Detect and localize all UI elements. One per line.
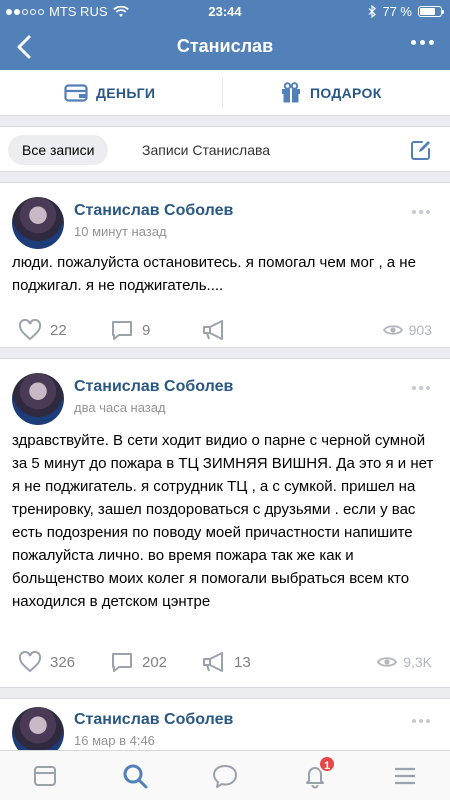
share-button[interactable] (202, 315, 234, 345)
post-1: Станислав Соболев 10 минут назад люди. п… (0, 182, 450, 348)
tab-messages[interactable] (210, 761, 240, 791)
views: 903 (382, 315, 432, 345)
bottom-tab-bar: 1 (0, 750, 450, 800)
gift-icon (282, 82, 300, 103)
post-time: 16 мар в 4:46 (74, 733, 155, 748)
eye-icon (377, 657, 398, 667)
comment-icon (112, 321, 132, 340)
post-text: люди. пожалуйста остановитесь. я помогал… (12, 254, 416, 294)
comment-count: 202 (142, 653, 168, 671)
post-menu-button[interactable] (412, 210, 430, 214)
app-header: MTS RUS 23:44 77 % Станислав (0, 0, 450, 70)
profile-actions: ДЕНЬГИ ПОДАРОК (0, 70, 450, 116)
view-count: 9,3K (403, 654, 432, 670)
wall-filter: Все записи Записи Станислава (0, 126, 450, 172)
like-count: 326 (50, 653, 76, 671)
back-button[interactable] (10, 32, 40, 62)
avatar[interactable] (12, 197, 64, 249)
bluetooth-icon (368, 5, 377, 18)
post-time: два часа назад (74, 400, 166, 415)
notification-badge: 1 (318, 755, 336, 773)
post-text: здравствуйте. В сети ходит видио о парне… (12, 432, 434, 610)
post-time: 10 минут назад (74, 224, 167, 239)
tab-news[interactable] (30, 761, 60, 791)
comment-count: 9 (142, 321, 151, 339)
money-label: ДЕНЬГИ (96, 85, 156, 101)
comment-icon (112, 653, 132, 672)
like-count: 22 (50, 321, 67, 339)
tab-notifications[interactable]: 1 (300, 755, 336, 791)
tab-own-posts[interactable]: Записи Станислава (142, 135, 270, 165)
battery-percent: 77 % (382, 4, 412, 19)
eye-icon (382, 325, 403, 335)
share-button[interactable]: 13 (202, 647, 251, 677)
post-menu-button[interactable] (412, 386, 430, 390)
tab-all-posts[interactable]: Все записи (8, 135, 109, 165)
tab-search[interactable] (120, 761, 150, 791)
post-author[interactable]: Станислав Соболев (74, 202, 233, 220)
heart-icon (18, 651, 42, 673)
post-footer: 326 202 13 9,3K (0, 647, 450, 677)
post-menu-button[interactable] (412, 719, 430, 723)
comment-button[interactable]: 9 (110, 315, 150, 345)
money-button[interactable]: ДЕНЬГИ (64, 70, 155, 116)
avatar[interactable] (12, 373, 64, 425)
nav-bar: Станислав (0, 26, 450, 66)
battery-icon (418, 6, 444, 17)
share-count: 13 (234, 653, 251, 671)
post-3: Станислав Соболев 16 мар в 4:46 (0, 698, 450, 759)
post-footer: 22 9 903 (0, 315, 450, 345)
heart-icon (18, 319, 42, 341)
gift-label: ПОДАРОК (310, 85, 382, 101)
status-right: 77 % (368, 4, 444, 19)
share-icon (203, 652, 223, 672)
like-button[interactable]: 22 (18, 315, 67, 345)
views: 9,3K (377, 647, 432, 677)
post-author[interactable]: Станислав Соболев (74, 378, 233, 396)
gift-button[interactable]: ПОДАРОК (280, 70, 382, 116)
post-2: Станислав Соболев два часа назад здравст… (0, 358, 450, 688)
view-count: 903 (408, 322, 432, 338)
page-title: Станислав (176, 36, 274, 56)
new-post-button[interactable] (410, 139, 432, 161)
status-bar: MTS RUS 23:44 77 % (0, 0, 450, 22)
post-author[interactable]: Станислав Соболев (74, 711, 233, 729)
like-button[interactable]: 326 (18, 647, 75, 677)
tab-menu[interactable] (390, 761, 420, 791)
comment-button[interactable]: 202 (110, 647, 167, 677)
more-options-button[interactable] (411, 40, 434, 45)
divider (222, 78, 223, 108)
share-icon (203, 320, 223, 340)
wallet-icon (64, 84, 88, 102)
